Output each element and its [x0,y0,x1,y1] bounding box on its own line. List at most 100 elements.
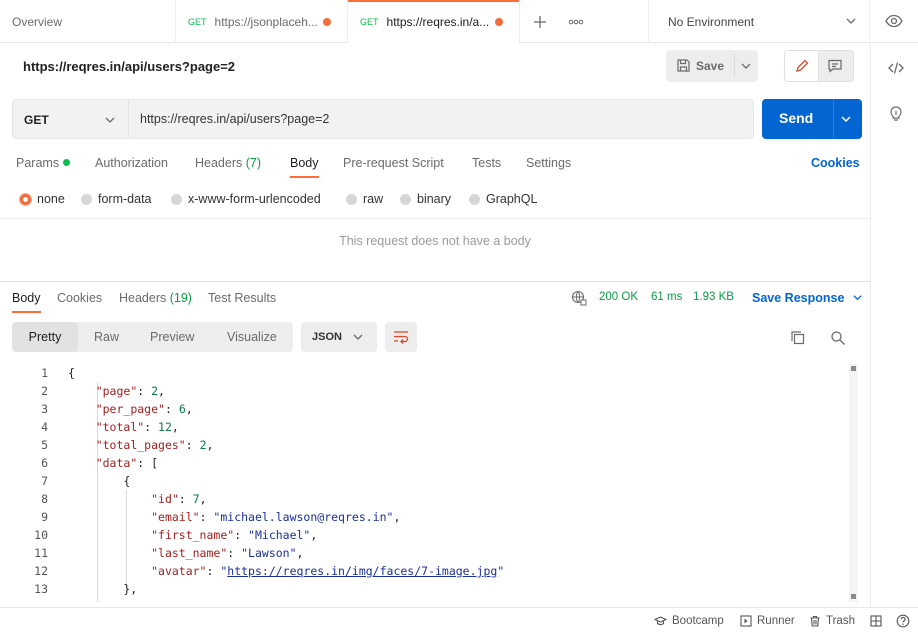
code-line: 5 "total_pages": 2, [0,436,850,454]
divider [734,54,735,78]
tab-label: https://reqres.in/a... [386,14,490,29]
code-link[interactable]: https://reqres.in/img/faces/7-image.jpg [227,564,497,578]
comment-icon[interactable] [827,58,843,74]
code-token: " [497,564,505,578]
tab-params[interactable]: Params [16,156,71,170]
help-icon[interactable] [896,614,910,628]
tab-headers[interactable]: Headers (7) [195,156,261,170]
pencil-icon [796,59,809,72]
url-input[interactable]: https://reqres.in/api/users?page=2 [128,99,754,139]
scroll-down-arrow[interactable] [851,594,856,599]
copy-icon[interactable] [790,330,806,346]
pane-resize-handle[interactable] [0,281,870,282]
radio-none[interactable]: none [20,192,65,206]
response-body-editor[interactable]: 1{2 "page": 2, 3 "per_page": 6, 4 "total":… [0,364,860,602]
line-number: 6 [41,456,48,470]
save-response-button[interactable]: Save Response [752,291,863,305]
scroll-up-arrow[interactable] [851,366,856,371]
method-select[interactable]: GET [12,99,128,139]
environment-selector[interactable]: No Environment [648,0,870,43]
response-tab-test-results[interactable]: Test Results [208,291,276,305]
trash-button[interactable]: Trash [809,615,855,627]
radio-label: x-www-form-urlencoded [188,192,321,206]
tab-label: Test Results [208,291,277,305]
tab-overview[interactable]: Overview [0,0,176,43]
view-pretty[interactable]: Pretty [12,322,78,352]
radio-binary[interactable]: binary [400,192,451,206]
tab-tests[interactable]: Tests [472,156,501,170]
code-text: }, [68,580,137,598]
save-button[interactable]: Save [666,50,758,82]
tab-reqres[interactable]: GET https://reqres.in/a... [348,0,520,43]
runner-button[interactable]: Runner [740,615,795,627]
new-tab-plus-icon[interactable] [532,14,548,30]
code-line: 9 "email": "michael.lawson@reqres.in", [0,508,850,526]
save-response-label: Save Response [752,291,845,305]
tab-settings[interactable]: Settings [526,156,571,170]
radio-graphql[interactable]: GraphQL [469,192,537,206]
radio-label: binary [417,192,452,206]
radio-form-data[interactable]: form-data [81,192,152,206]
code-token: : [234,528,249,542]
response-tab-body[interactable]: Body [12,291,41,313]
cookies-link[interactable]: Cookies [811,156,860,170]
line-number: 3 [41,402,48,416]
format-select[interactable]: JSON [301,322,377,352]
response-status[interactable]: 200 OK [599,291,638,303]
lightbulb-icon[interactable] [887,105,905,123]
trash-icon [810,615,820,627]
line-number: 10 [34,528,48,542]
code-token: "first_name" [151,528,235,542]
code-text: { [68,472,130,490]
environment-label: No Environment [668,14,755,29]
two-pane-layout-icon[interactable] [870,615,882,627]
response-time[interactable]: 61 ms [651,291,682,303]
code-token: 2 [199,438,207,452]
tab-body[interactable]: Body [290,156,319,178]
line-number: 8 [41,492,48,506]
view-visualize[interactable]: Visualize [227,322,277,352]
code-token: 2 [151,384,159,398]
view-preview[interactable]: Preview [150,322,194,352]
radio-x-www-form-urlencoded[interactable]: x-www-form-urlencoded [171,192,321,206]
send-button[interactable]: Send [762,99,862,139]
code-line: 8 "id": 7, [0,490,850,508]
view-raw[interactable]: Raw [94,322,119,352]
bootcamp-icon [654,616,667,626]
radio-raw[interactable]: raw [346,192,383,206]
search-icon[interactable] [830,330,846,346]
tab-label: Pre-request Script [343,156,444,170]
code-line: 7 { [0,472,850,490]
tab-label: Cookies [57,291,103,305]
code-token: , [310,528,318,542]
code-line: 13 }, [0,580,850,598]
tab-label: Authorization [95,156,168,170]
tab-label: Settings [526,156,572,170]
code-token: "total" [95,420,145,434]
edit-mode-button[interactable] [785,51,819,81]
chevron-down-icon[interactable] [740,60,752,72]
response-size[interactable]: 1.93 KB [693,291,734,303]
wrap-lines-button[interactable] [385,322,417,352]
tab-prerequest-script[interactable]: Pre-request Script [343,156,444,170]
chevron-down-icon[interactable] [840,113,852,125]
code-token: "per_page" [95,402,165,416]
response-tab-cookies[interactable]: Cookies [57,291,102,305]
code-text: "per_page": 6, [68,400,193,418]
divider [833,99,834,139]
save-disk-icon [677,59,690,72]
bootcamp-button[interactable]: Bootcamp [654,615,724,627]
eye-icon[interactable] [885,14,903,28]
tab-jsonplaceholder[interactable]: GET https://jsonplaceh... [176,0,348,43]
globe-network-icon[interactable] [571,290,587,306]
editor-scrollbar[interactable] [849,364,858,602]
more-tabs-icon[interactable] [568,18,584,26]
tab-authorization[interactable]: Authorization [95,156,168,170]
code-token: { [68,474,131,488]
code-snippet-icon[interactable] [887,59,905,77]
response-tab-headers[interactable]: Headers (19) [119,291,192,305]
send-label: Send [779,110,814,126]
